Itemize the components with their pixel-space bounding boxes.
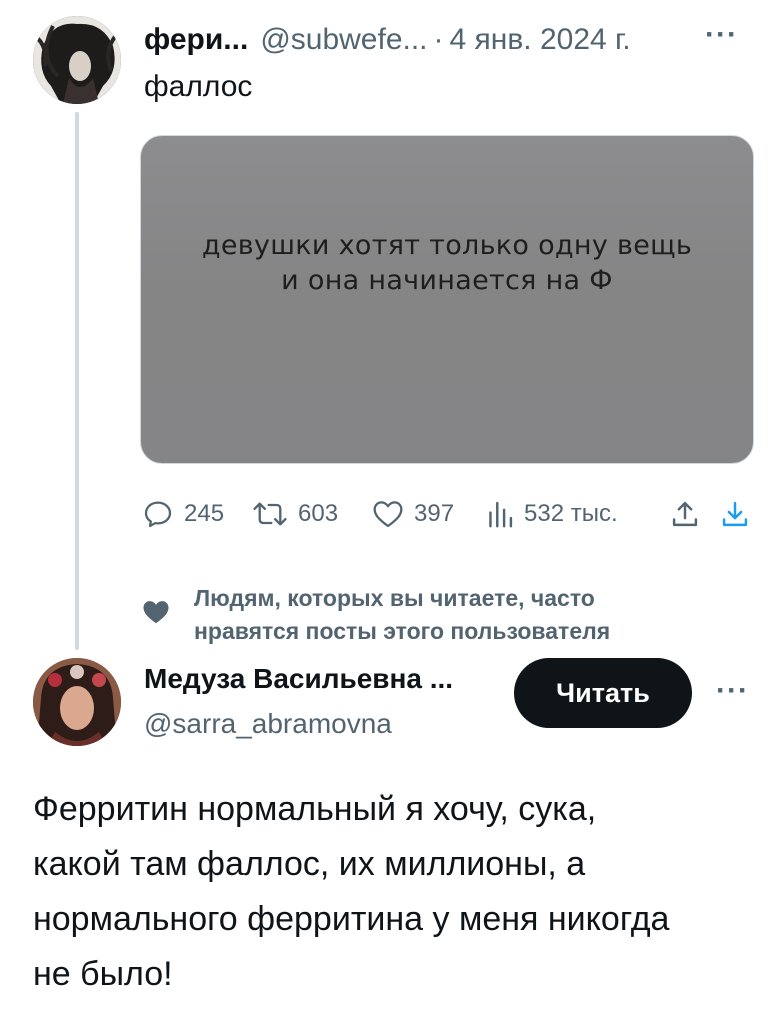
tweet-header: фери... @subwefe... · 4 янв. 2024 г. [144, 20, 631, 60]
retweet-count: 603 [298, 500, 339, 527]
image-caption: девушки хотят только одну вещь и она нач… [141, 228, 753, 298]
suggested-user-bio: Ферритин нормальный я хочу, сука, какой … [33, 782, 773, 1002]
social-context-line: Людям, которых вы читаете, часто [194, 585, 595, 611]
tweet-text: фаллос [144, 70, 253, 103]
reply-button[interactable]: 245 [142, 494, 224, 534]
reply-count: 245 [184, 500, 225, 527]
like-icon [373, 501, 403, 528]
bio-line: Ферритин нормальный я хочу, сука, [33, 790, 597, 828]
retweet-button[interactable]: 603 [252, 494, 338, 534]
bio-line: какой там фаллос, их миллионы, а [33, 845, 586, 883]
suggested-user-avatar[interactable] [33, 658, 121, 746]
bookmark-download-icon [722, 501, 748, 527]
social-context-line: нравятся посты этого пользователя [194, 618, 611, 644]
follow-button[interactable]: Читать [514, 658, 692, 728]
author-avatar[interactable] [33, 16, 121, 104]
social-context-text: Людям, которых вы читаете, часто нравятс… [194, 582, 610, 648]
bio-line: нормального ферритина у меня никогда [33, 900, 670, 938]
more-icon[interactable]: ··· [705, 18, 738, 52]
more-icon[interactable]: ··· [716, 674, 749, 708]
views-count: 532 тыс. [524, 500, 618, 527]
separator-dot: · [433, 23, 444, 56]
suggested-user-name[interactable]: Медуза Васильевна ... [144, 663, 453, 695]
bio-line: не было! [33, 955, 173, 993]
author-name[interactable]: фери... [144, 23, 248, 57]
share-icon [672, 501, 698, 527]
download-button[interactable] [720, 494, 750, 534]
views-button[interactable]: 532 тыс. [486, 494, 618, 534]
heart-icon [141, 598, 171, 631]
share-button[interactable] [670, 494, 700, 534]
image-caption-line: и она начинается на Ф [281, 265, 613, 296]
tweet-date[interactable]: 4 янв. 2024 г. [450, 23, 631, 57]
suggested-user-handle[interactable]: @sarra_abramovna [144, 708, 392, 740]
tweet-image[interactable]: девушки хотят только одну вещь и она нач… [140, 135, 754, 464]
author-handle[interactable]: @subwefe... [260, 23, 427, 57]
like-count: 397 [414, 500, 455, 527]
tweet-actions: 245 603 397 532 тыс. [140, 494, 755, 534]
thread-connector [75, 112, 79, 650]
avatar-image [33, 16, 121, 104]
reply-icon [144, 501, 172, 528]
views-icon [489, 501, 513, 528]
image-caption-line: девушки хотят только одну вещь [201, 230, 693, 261]
retweet-icon [253, 502, 287, 526]
avatar-image [33, 658, 121, 746]
like-button[interactable]: 397 [372, 494, 454, 534]
